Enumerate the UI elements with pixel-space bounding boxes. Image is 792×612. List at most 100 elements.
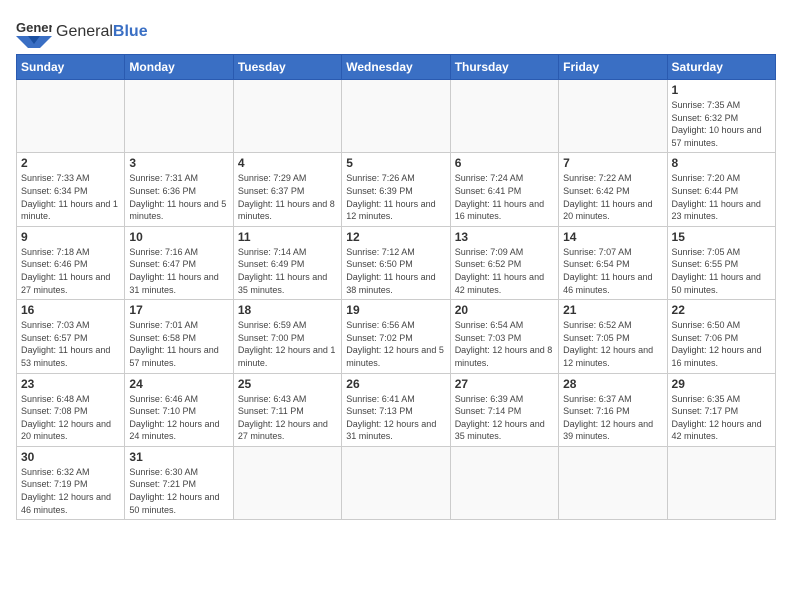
day-info: Sunrise: 6:48 AM Sunset: 7:08 PM Dayligh…	[21, 393, 120, 443]
day-info: Sunrise: 6:39 AM Sunset: 7:14 PM Dayligh…	[455, 393, 554, 443]
weekday-header-sunday: Sunday	[17, 55, 125, 80]
calendar-cell	[342, 80, 450, 153]
day-info: Sunrise: 7:12 AM Sunset: 6:50 PM Dayligh…	[346, 246, 445, 296]
day-number: 26	[346, 377, 445, 391]
header: General GeneralBlue	[16, 16, 776, 48]
day-info: Sunrise: 6:32 AM Sunset: 7:19 PM Dayligh…	[21, 466, 120, 516]
day-number: 31	[129, 450, 228, 464]
calendar-cell	[450, 80, 558, 153]
calendar-cell	[17, 80, 125, 153]
day-number: 14	[563, 230, 662, 244]
day-info: Sunrise: 7:33 AM Sunset: 6:34 PM Dayligh…	[21, 172, 120, 222]
calendar-cell: 11 Sunrise: 7:14 AM Sunset: 6:49 PM Dayli…	[233, 226, 341, 299]
weekday-header-wednesday: Wednesday	[342, 55, 450, 80]
day-number: 15	[672, 230, 771, 244]
day-number: 19	[346, 303, 445, 317]
day-info: Sunrise: 7:05 AM Sunset: 6:55 PM Dayligh…	[672, 246, 771, 296]
calendar-cell: 27 Sunrise: 6:39 AM Sunset: 7:14 PM Dayli…	[450, 373, 558, 446]
calendar-cell: 6Sunrise: 7:24 AM Sunset: 6:41 PM Daylig…	[450, 153, 558, 226]
day-info: Sunrise: 7:22 AM Sunset: 6:42 PM Dayligh…	[563, 172, 662, 222]
calendar-cell: 19Sunrise: 6:56 AM Sunset: 7:02 PM Dayli…	[342, 300, 450, 373]
day-number: 5	[346, 156, 445, 170]
day-number: 21	[563, 303, 662, 317]
day-info: Sunrise: 6:35 AM Sunset: 7:17 PM Dayligh…	[672, 393, 771, 443]
day-info: Sunrise: 6:46 AM Sunset: 7:10 PM Dayligh…	[129, 393, 228, 443]
calendar-week-4: 23 Sunrise: 6:48 AM Sunset: 7:08 PM Dayli…	[17, 373, 776, 446]
day-info: Sunrise: 7:14 AM Sunset: 6:49 PM Dayligh…	[238, 246, 337, 296]
logo: General GeneralBlue	[16, 16, 148, 48]
day-info: Sunrise: 6:30 AM Sunset: 7:21 PM Dayligh…	[129, 466, 228, 516]
day-info: Sunrise: 6:59 AM Sunset: 7:00 PM Dayligh…	[238, 319, 337, 369]
calendar-cell: 4Sunrise: 7:29 AM Sunset: 6:37 PM Daylig…	[233, 153, 341, 226]
day-number: 17	[129, 303, 228, 317]
calendar-cell: 9Sunrise: 7:18 AM Sunset: 6:46 PM Daylig…	[17, 226, 125, 299]
day-info: Sunrise: 7:16 AM Sunset: 6:47 PM Dayligh…	[129, 246, 228, 296]
weekday-header-row: SundayMondayTuesdayWednesdayThursdayFrid…	[17, 55, 776, 80]
calendar-cell: 16 Sunrise: 7:03 AM Sunset: 6:57 PM Dayli…	[17, 300, 125, 373]
day-info: Sunrise: 7:07 AM Sunset: 6:54 PM Dayligh…	[563, 246, 662, 296]
day-info: Sunrise: 6:41 AM Sunset: 7:13 PM Dayligh…	[346, 393, 445, 443]
calendar-cell: 14 Sunrise: 7:07 AM Sunset: 6:54 PM Dayli…	[559, 226, 667, 299]
day-number: 3	[129, 156, 228, 170]
calendar-cell	[559, 446, 667, 519]
day-info: Sunrise: 7:18 AM Sunset: 6:46 PM Dayligh…	[21, 246, 120, 296]
calendar-week-2: 9Sunrise: 7:18 AM Sunset: 6:46 PM Daylig…	[17, 226, 776, 299]
calendar-cell	[667, 446, 775, 519]
calendar-cell: 1Sunrise: 7:35 AM Sunset: 6:32 PM Daylig…	[667, 80, 775, 153]
calendar-cell: 31 Sunrise: 6:30 AM Sunset: 7:21 PM Dayli…	[125, 446, 233, 519]
day-number: 30	[21, 450, 120, 464]
day-number: 8	[672, 156, 771, 170]
calendar-cell	[450, 446, 558, 519]
calendar-cell: 13 Sunrise: 7:09 AM Sunset: 6:52 PM Dayli…	[450, 226, 558, 299]
weekday-header-monday: Monday	[125, 55, 233, 80]
weekday-header-tuesday: Tuesday	[233, 55, 341, 80]
day-info: Sunrise: 7:01 AM Sunset: 6:58 PM Dayligh…	[129, 319, 228, 369]
day-number: 13	[455, 230, 554, 244]
calendar-cell: 24 Sunrise: 6:46 AM Sunset: 7:10 PM Dayli…	[125, 373, 233, 446]
calendar-cell: 22Sunrise: 6:50 AM Sunset: 7:06 PM Dayli…	[667, 300, 775, 373]
day-info: Sunrise: 6:54 AM Sunset: 7:03 PM Dayligh…	[455, 319, 554, 369]
calendar-cell: 5 Sunrise: 7:26 AM Sunset: 6:39 PM Daylig…	[342, 153, 450, 226]
day-info: Sunrise: 7:31 AM Sunset: 6:36 PM Dayligh…	[129, 172, 228, 222]
svg-text:General: General	[16, 20, 52, 35]
logo-text: GeneralBlue	[56, 23, 148, 41]
day-number: 28	[563, 377, 662, 391]
calendar-week-1: 2Sunrise: 7:33 AM Sunset: 6:34 PM Daylig…	[17, 153, 776, 226]
day-info: Sunrise: 7:20 AM Sunset: 6:44 PM Dayligh…	[672, 172, 771, 222]
calendar-cell	[233, 80, 341, 153]
day-info: Sunrise: 6:52 AM Sunset: 7:05 PM Dayligh…	[563, 319, 662, 369]
calendar-cell	[233, 446, 341, 519]
day-info: Sunrise: 7:24 AM Sunset: 6:41 PM Dayligh…	[455, 172, 554, 222]
calendar-cell	[125, 80, 233, 153]
calendar-cell: 20 Sunrise: 6:54 AM Sunset: 7:03 PM Dayli…	[450, 300, 558, 373]
day-number: 20	[455, 303, 554, 317]
day-number: 23	[21, 377, 120, 391]
calendar-cell	[342, 446, 450, 519]
calendar-cell: 26 Sunrise: 6:41 AM Sunset: 7:13 PM Dayli…	[342, 373, 450, 446]
day-info: Sunrise: 7:26 AM Sunset: 6:39 PM Dayligh…	[346, 172, 445, 222]
day-info: Sunrise: 6:50 AM Sunset: 7:06 PM Dayligh…	[672, 319, 771, 369]
calendar-week-3: 16 Sunrise: 7:03 AM Sunset: 6:57 PM Dayli…	[17, 300, 776, 373]
calendar-cell	[559, 80, 667, 153]
day-number: 12	[346, 230, 445, 244]
calendar-cell: 2Sunrise: 7:33 AM Sunset: 6:34 PM Daylig…	[17, 153, 125, 226]
calendar-cell: 28 Sunrise: 6:37 AM Sunset: 7:16 PM Dayli…	[559, 373, 667, 446]
day-info: Sunrise: 7:09 AM Sunset: 6:52 PM Dayligh…	[455, 246, 554, 296]
calendar-cell: 3 Sunrise: 7:31 AM Sunset: 6:36 PM Daylig…	[125, 153, 233, 226]
calendar-cell: 18Sunrise: 6:59 AM Sunset: 7:00 PM Dayli…	[233, 300, 341, 373]
weekday-header-friday: Friday	[559, 55, 667, 80]
day-number: 11	[238, 230, 337, 244]
day-number: 24	[129, 377, 228, 391]
generalblue-logo-icon: General	[16, 16, 52, 48]
calendar-cell: 10Sunrise: 7:16 AM Sunset: 6:47 PM Dayli…	[125, 226, 233, 299]
day-number: 25	[238, 377, 337, 391]
day-info: Sunrise: 7:03 AM Sunset: 6:57 PM Dayligh…	[21, 319, 120, 369]
calendar-cell: 15 Sunrise: 7:05 AM Sunset: 6:55 PM Dayli…	[667, 226, 775, 299]
day-info: Sunrise: 6:37 AM Sunset: 7:16 PM Dayligh…	[563, 393, 662, 443]
calendar-cell: 21 Sunrise: 6:52 AM Sunset: 7:05 PM Dayli…	[559, 300, 667, 373]
day-number: 16	[21, 303, 120, 317]
weekday-header-saturday: Saturday	[667, 55, 775, 80]
day-number: 4	[238, 156, 337, 170]
day-info: Sunrise: 7:35 AM Sunset: 6:32 PM Dayligh…	[672, 99, 771, 149]
day-number: 27	[455, 377, 554, 391]
